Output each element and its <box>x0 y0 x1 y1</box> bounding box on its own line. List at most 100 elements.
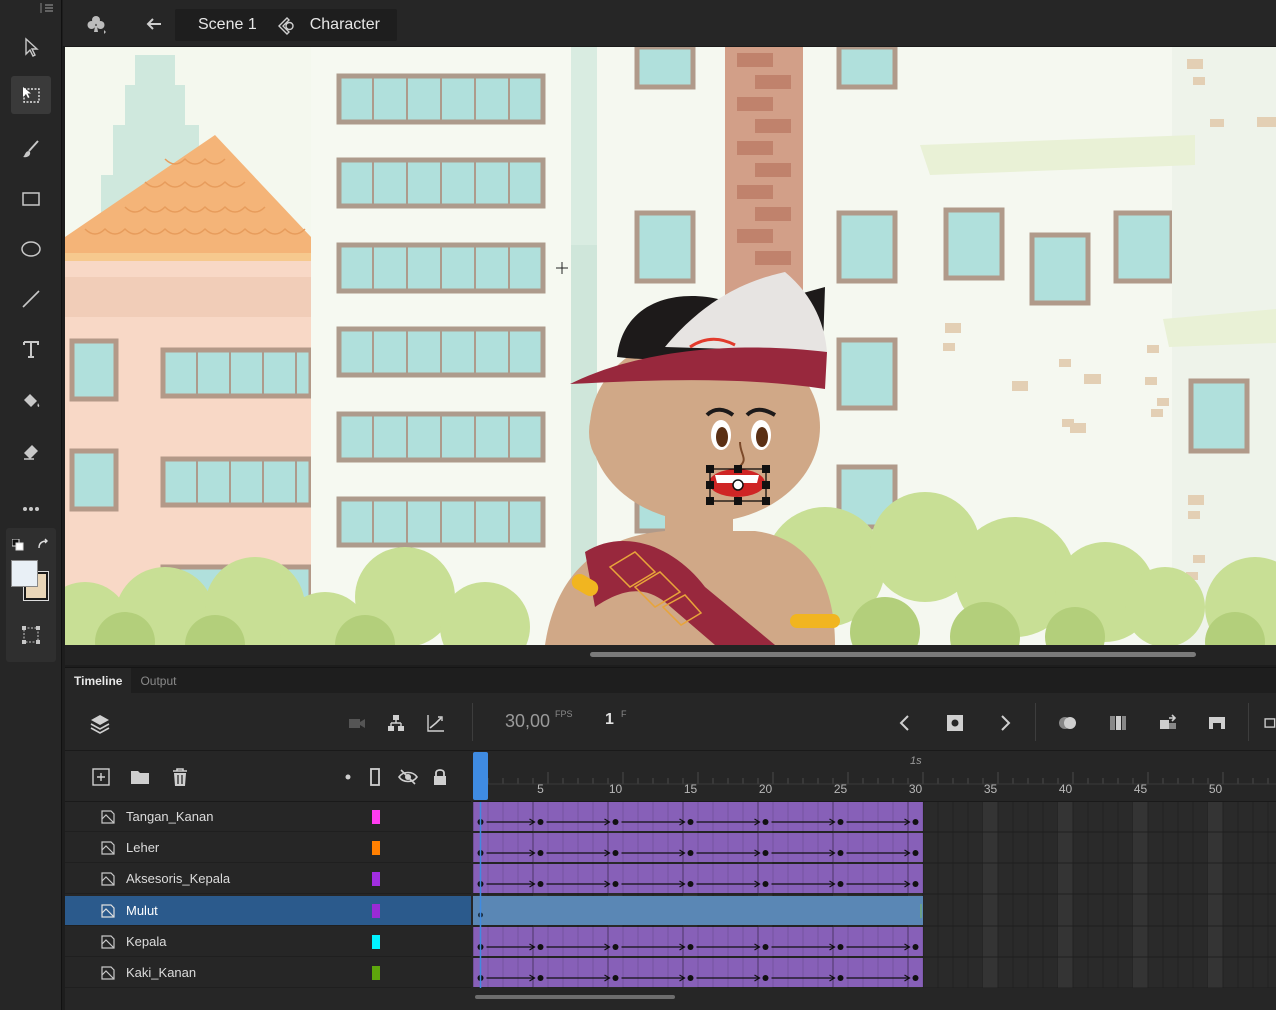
layers-icon[interactable] <box>88 711 112 735</box>
keyframe-dot <box>612 850 619 856</box>
layer-outline-color-swatch[interactable] <box>372 872 380 886</box>
create-motion-tween-icon[interactable] <box>1156 711 1180 735</box>
oval-tool-icon[interactable] <box>11 230 51 268</box>
keyframe-dot <box>912 944 919 950</box>
breadcrumb-symbol[interactable]: Character <box>310 16 380 34</box>
layer-row[interactable]: Kepala <box>65 927 471 957</box>
layer-name[interactable]: Kaki_Kanan <box>126 965 196 980</box>
keyframe-dot <box>837 944 844 950</box>
layer-row[interactable]: Tangan_Kanan <box>65 802 471 832</box>
subselection-tool-icon[interactable] <box>11 76 51 114</box>
ruler-label: 20 <box>758 782 773 796</box>
selection-tool-icon[interactable] <box>11 28 51 66</box>
frame-ruler-ticks <box>473 752 1276 800</box>
keyframe-dot <box>612 975 619 981</box>
tab-output[interactable]: Output <box>131 668 185 693</box>
frame-stripe <box>1133 802 1148 988</box>
keyframe-dot <box>537 819 544 825</box>
keyframe-dot <box>537 944 544 950</box>
layer-outline-color-swatch[interactable] <box>372 966 380 980</box>
stage-horizontal-scrollbar[interactable] <box>65 645 1276 665</box>
ruler-label: 10 <box>608 782 623 796</box>
back-arrow-icon[interactable] <box>141 9 167 39</box>
ruler-label: 35 <box>983 782 998 796</box>
keyframe-dot <box>837 850 844 856</box>
layer-name[interactable]: Kepala <box>126 934 166 949</box>
keyframe-dot <box>837 819 844 825</box>
layer-row[interactable]: Aksesoris_Kepala <box>65 864 471 894</box>
edit-symbols-icon[interactable] <box>81 9 111 39</box>
ruler-label: 40 <box>1058 782 1073 796</box>
layer-name[interactable]: Mulut <box>126 903 158 918</box>
onion-skin-icon[interactable] <box>1056 711 1080 735</box>
line-tool-icon[interactable] <box>11 280 51 318</box>
timeline-toolbar: 30,00 FPS 1 F <box>65 693 1276 751</box>
toolbar-divider <box>1248 703 1249 741</box>
layer-type-icon <box>101 966 115 980</box>
stage-scroll-thumb[interactable] <box>590 652 1196 657</box>
layer-outline-color-swatch[interactable] <box>372 810 380 824</box>
layer-outline-color-swatch[interactable] <box>372 935 380 949</box>
tools-panel <box>0 0 62 1010</box>
current-frame[interactable]: 1 <box>605 711 614 729</box>
tab-timeline[interactable]: Timeline <box>65 668 132 693</box>
brush-tool-icon[interactable] <box>11 130 51 168</box>
breadcrumb-scene[interactable]: Scene 1 <box>198 16 257 34</box>
toolbar-divider <box>472 703 473 741</box>
keyframe-dot <box>912 881 919 887</box>
ruler-label: 50 <box>1208 782 1223 796</box>
keyframe-dot <box>912 819 919 825</box>
layer-row[interactable]: Kaki_Kanan <box>65 958 471 988</box>
hide-layers-icon[interactable] <box>396 765 420 789</box>
keyframe-dot <box>837 975 844 981</box>
insert-keyframe-icon[interactable] <box>943 711 967 735</box>
rectangle-tool-icon[interactable] <box>11 180 51 218</box>
new-folder-icon[interactable] <box>128 765 152 789</box>
swap-colors-icon[interactable] <box>36 538 50 552</box>
keyframe-dot <box>762 944 769 950</box>
fill-color-swatch[interactable] <box>11 560 38 587</box>
panel-menu-icon[interactable] <box>40 0 54 13</box>
keyframe-dot <box>762 850 769 856</box>
previous-keyframe-icon[interactable] <box>893 711 917 735</box>
camera-icon[interactable] <box>345 711 369 735</box>
ruler-label: 45 <box>1133 782 1148 796</box>
timeline-horizontal-scrollbar[interactable] <box>473 991 1276 1005</box>
stage-canvas[interactable] <box>65 47 1276 645</box>
layer-row-selected[interactable]: Mulut <box>65 896 471 926</box>
create-classic-tween-icon[interactable] <box>1205 711 1229 735</box>
ruler-label: 30 <box>908 782 923 796</box>
graph-editor-icon[interactable] <box>424 711 448 735</box>
edit-multiple-frames-icon[interactable] <box>1106 711 1130 735</box>
delete-layer-icon[interactable] <box>168 765 192 789</box>
ruler-label: 5 <box>537 782 544 796</box>
layer-parenting-icon[interactable] <box>384 711 408 735</box>
layer-outline-color-swatch[interactable] <box>372 904 380 918</box>
text-tool-icon[interactable] <box>11 330 51 368</box>
layer-row[interactable]: Leher <box>65 833 471 863</box>
layer-controls-header <box>65 752 471 802</box>
layer-name[interactable]: Aksesoris_Kepala <box>126 871 230 886</box>
fps-value[interactable]: 30,00 <box>505 711 550 732</box>
paint-bucket-tool-icon[interactable] <box>11 382 51 420</box>
highlight-layer-dot-icon[interactable] <box>336 765 360 789</box>
timeline-scroll-thumb[interactable] <box>475 995 675 999</box>
layer-outline-color-swatch[interactable] <box>372 841 380 855</box>
outline-mode-icon[interactable] <box>363 765 387 789</box>
layer-name[interactable]: Leher <box>126 840 159 855</box>
keyframe-dot <box>687 975 694 981</box>
more-tools-icon[interactable] <box>11 490 51 528</box>
playhead <box>473 752 488 800</box>
free-transform-tool-icon[interactable] <box>20 624 42 646</box>
frame-ruler[interactable]: 1s 5 10 15 20 25 30 35 40 45 50 <box>473 752 1276 802</box>
next-keyframe-icon[interactable] <box>993 711 1017 735</box>
eraser-tool-icon[interactable] <box>11 432 51 470</box>
create-shape-tween-icon[interactable] <box>1261 711 1276 735</box>
default-colors-icon[interactable] <box>11 538 24 551</box>
keyframe-dot <box>687 850 694 856</box>
lock-layers-icon[interactable] <box>428 765 452 789</box>
keyframe-dot <box>912 850 919 856</box>
frames-grid[interactable] <box>472 802 1276 989</box>
new-layer-icon[interactable] <box>89 765 113 789</box>
layer-name[interactable]: Tangan_Kanan <box>126 809 213 824</box>
